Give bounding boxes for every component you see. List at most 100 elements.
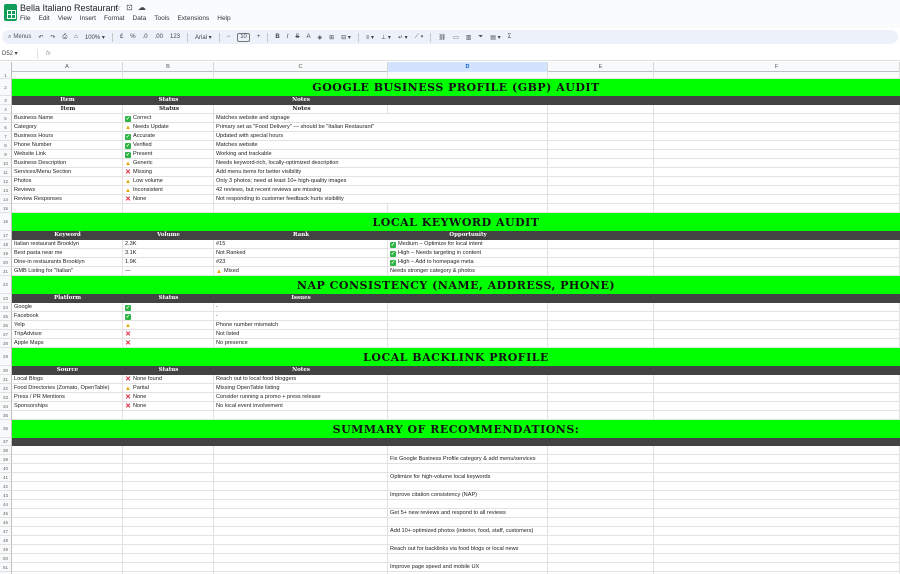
cell[interactable] xyxy=(388,375,548,384)
cell[interactable] xyxy=(123,518,214,527)
cell[interactable] xyxy=(388,482,548,491)
row-number[interactable]: 26 xyxy=(0,321,12,330)
keyword-cell[interactable]: Best pasta near me xyxy=(12,249,123,258)
menu-edit[interactable]: Edit xyxy=(38,15,49,22)
cell[interactable] xyxy=(123,554,214,563)
status-cell[interactable]: ✓ Present xyxy=(123,150,214,159)
cell[interactable] xyxy=(548,402,654,411)
cell[interactable] xyxy=(12,473,123,482)
cell[interactable] xyxy=(388,303,548,312)
row-number[interactable]: 45 xyxy=(0,509,12,518)
font-size-decrease-button[interactable]: − xyxy=(227,34,231,40)
cell[interactable] xyxy=(12,545,123,554)
platform-cell[interactable]: Facebook xyxy=(12,312,123,321)
notes-cell[interactable]: Not responding to customer feedback hurt… xyxy=(214,195,548,204)
row-number[interactable]: 22 xyxy=(0,276,12,294)
column-header-a[interactable]: A xyxy=(12,62,123,72)
column-header-b[interactable]: B xyxy=(123,62,214,72)
cell[interactable] xyxy=(654,267,900,276)
row-number[interactable]: 28 xyxy=(0,339,12,348)
row-number[interactable]: 44 xyxy=(0,500,12,509)
zoom-select[interactable]: 100% ▾ xyxy=(85,34,105,41)
row-number[interactable]: 10 xyxy=(0,159,12,168)
item-cell[interactable]: Business Name xyxy=(12,114,123,123)
cell[interactable] xyxy=(548,527,654,536)
sheets-logo-icon[interactable] xyxy=(4,4,17,21)
rank-cell[interactable]: #15 xyxy=(214,240,388,249)
cell[interactable] xyxy=(548,141,654,150)
cell[interactable] xyxy=(12,527,123,536)
recommendation-cell[interactable]: Optimize for high-volume local keywords xyxy=(388,473,548,482)
platform-cell[interactable]: Yelp xyxy=(12,321,123,330)
recommendation-cell[interactable]: Fix Google Business Profile category & a… xyxy=(388,455,548,464)
cell[interactable] xyxy=(654,527,900,536)
cell[interactable] xyxy=(388,330,548,339)
cell[interactable] xyxy=(548,267,654,276)
status-cell[interactable]: ✓ Correct xyxy=(123,114,214,123)
status-cell[interactable]: ✕ xyxy=(123,339,214,348)
row-number[interactable]: 12 xyxy=(0,177,12,186)
cell[interactable] xyxy=(548,258,654,267)
cell[interactable] xyxy=(654,518,900,527)
cell[interactable] xyxy=(388,554,548,563)
status-cell[interactable]: ▲ Low volume xyxy=(123,177,214,186)
cell[interactable] xyxy=(654,330,900,339)
cell[interactable] xyxy=(654,491,900,500)
cell[interactable] xyxy=(388,384,548,393)
source-cell[interactable]: Sponsorships xyxy=(12,402,123,411)
item-cell[interactable]: Business Hours xyxy=(12,132,123,141)
item-cell[interactable]: Photos xyxy=(12,177,123,186)
issues-cell[interactable]: Not listed xyxy=(214,330,388,339)
cell[interactable] xyxy=(548,168,654,177)
row-number[interactable]: 47 xyxy=(0,527,12,536)
subheader-cell[interactable]: Item xyxy=(12,105,123,114)
cell[interactable] xyxy=(12,500,123,509)
insert-comment-icon[interactable]: ▭ xyxy=(453,34,459,41)
notes-cell[interactable]: Reach out to local food bloggers xyxy=(214,375,388,384)
cell[interactable] xyxy=(654,168,900,177)
cell[interactable] xyxy=(214,491,388,500)
row-number[interactable]: 6 xyxy=(0,123,12,132)
cell[interactable] xyxy=(548,563,654,572)
cell[interactable] xyxy=(654,258,900,267)
rank-cell[interactable]: ▲ Mixed xyxy=(214,267,388,276)
italic-icon[interactable]: I xyxy=(287,34,289,40)
volume-cell[interactable]: 3.1K xyxy=(123,249,214,258)
cell[interactable] xyxy=(548,375,654,384)
cell[interactable] xyxy=(654,554,900,563)
cell[interactable] xyxy=(548,411,654,420)
row-number[interactable]: 29 xyxy=(0,348,12,366)
cell[interactable] xyxy=(548,482,654,491)
cell[interactable] xyxy=(123,500,214,509)
cell[interactable] xyxy=(388,464,548,473)
cell[interactable] xyxy=(654,240,900,249)
column-header-e[interactable]: E xyxy=(548,62,654,72)
cell[interactable] xyxy=(548,177,654,186)
cell[interactable] xyxy=(548,303,654,312)
notes-cell[interactable]: Primary set as "Food Delivery" — should … xyxy=(214,123,548,132)
cell[interactable] xyxy=(12,411,123,420)
notes-cell[interactable]: 42 reviews, but recent reviews are missi… xyxy=(214,186,548,195)
cell[interactable] xyxy=(548,518,654,527)
menu-tools[interactable]: Tools xyxy=(154,15,169,22)
cell[interactable] xyxy=(12,464,123,473)
recommendation-cell[interactable]: Add 10+ optimized photos (interior, food… xyxy=(388,527,548,536)
cell[interactable] xyxy=(388,312,548,321)
cell[interactable] xyxy=(123,482,214,491)
cell[interactable] xyxy=(123,204,214,213)
status-cell[interactable]: ✓ xyxy=(123,312,214,321)
keyword-cell[interactable]: Italian restaurant Brooklyn xyxy=(12,240,123,249)
cell[interactable] xyxy=(548,330,654,339)
menu-extensions[interactable]: Extensions xyxy=(177,15,209,22)
cell[interactable] xyxy=(123,446,214,455)
cell[interactable] xyxy=(548,339,654,348)
cell[interactable] xyxy=(654,177,900,186)
row-number[interactable]: 50 xyxy=(0,554,12,563)
cell[interactable] xyxy=(548,123,654,132)
row-number[interactable]: 27 xyxy=(0,330,12,339)
cell[interactable] xyxy=(388,105,548,114)
cell[interactable] xyxy=(548,393,654,402)
cell[interactable] xyxy=(654,339,900,348)
status-cell[interactable]: ▲ Generic xyxy=(123,159,214,168)
cell[interactable] xyxy=(12,482,123,491)
